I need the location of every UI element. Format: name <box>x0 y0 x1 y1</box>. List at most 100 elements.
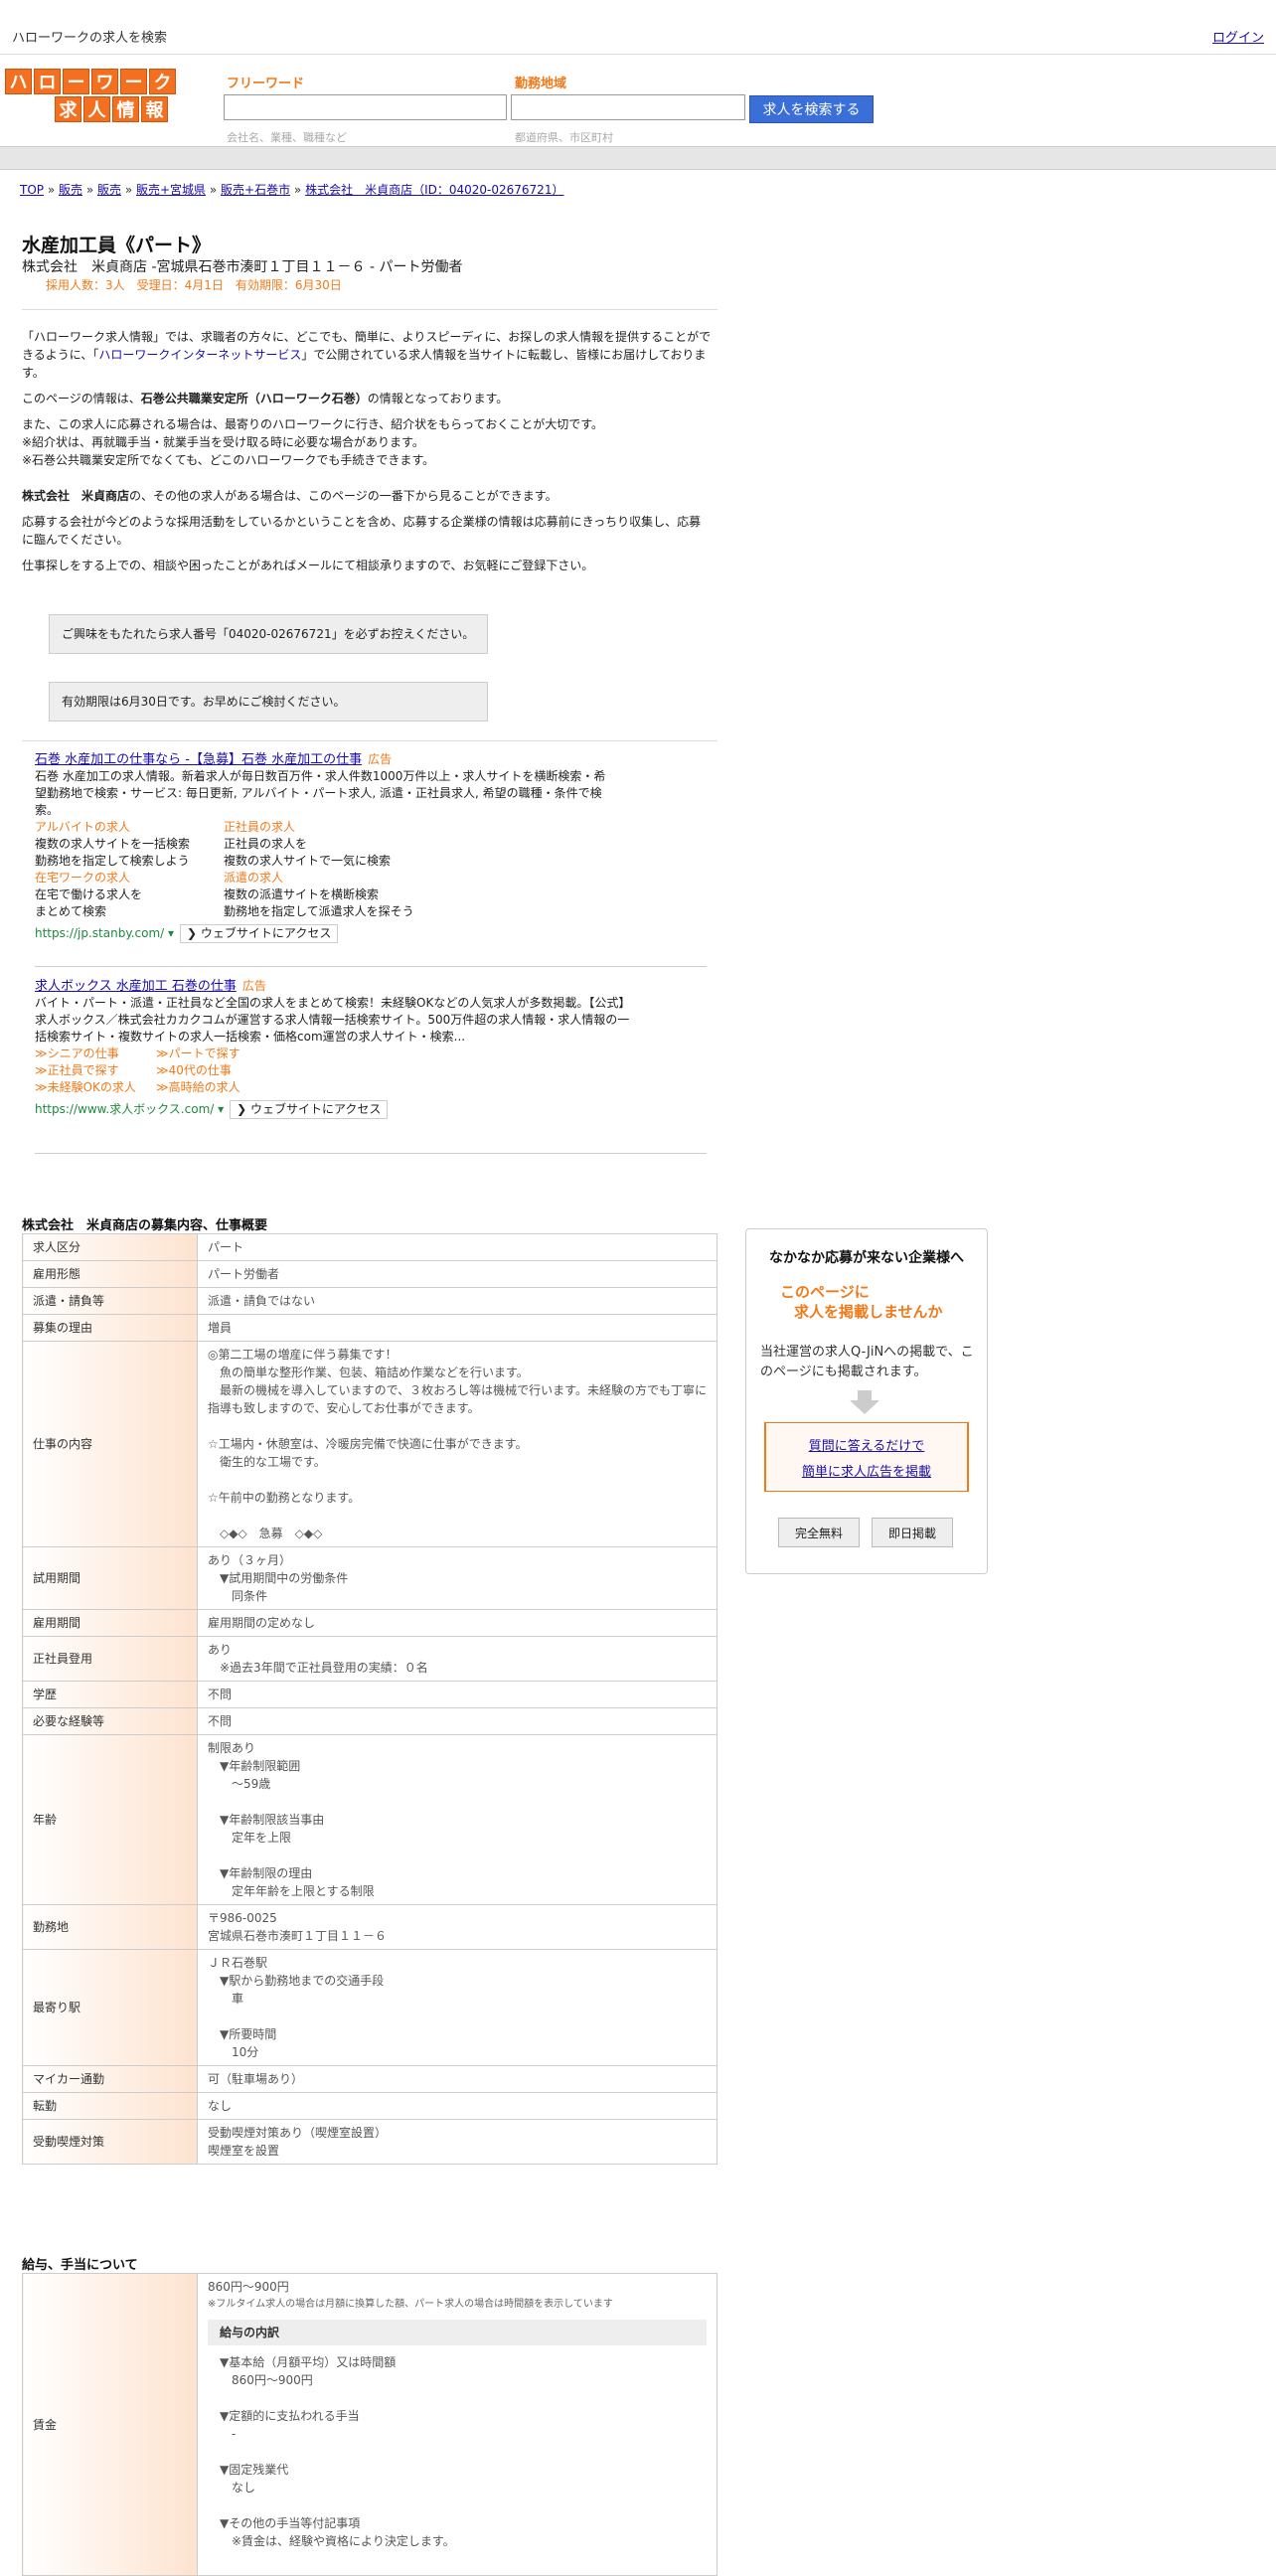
ad-sitelink[interactable]: 在宅ワークの求人 <box>35 871 130 885</box>
breadcrumb-item[interactable]: 販売 <box>97 183 121 197</box>
row-label: マイカー通勤 <box>22 2065 198 2093</box>
table-row: 雇用期間 雇用期間の定めなし <box>22 1609 718 1637</box>
logo-char: 求 <box>55 96 81 122</box>
ad-tag: 広告 <box>368 752 393 766</box>
logo-char: ー <box>120 69 147 94</box>
visit-website-button[interactable]: ❯ ウェブサイトにアクセス <box>230 1100 389 1119</box>
row-value: あり ※過去3年間で正社員登用の実績：０名 <box>197 1636 718 1682</box>
row-value: 増員 <box>197 1314 718 1342</box>
row-value: なし <box>197 2092 718 2120</box>
ad-sitelink[interactable]: ≫シニアの仕事 <box>35 1046 156 1062</box>
table-row: 年齢 制限あり ▼年齢制限範囲 〜59歳 ▼年齢制限該当事由 定年を上限 ▼年齢制… <box>22 1734 718 1905</box>
row-label: 必要な経験等 <box>22 1707 198 1735</box>
sidebar-promo-1: このページに <box>780 1283 870 1301</box>
ad-title[interactable]: 石巻 水産加工の仕事なら -【急募】石巻 水産加工の仕事 <box>35 752 362 767</box>
table-row: 転勤 なし <box>22 2092 718 2120</box>
visit-website-button[interactable]: ❯ ウェブサイトにアクセス <box>180 924 339 943</box>
table-row: 募集の理由 増員 <box>22 1314 718 1342</box>
sidebar-link-post[interactable]: 簡単に求人広告を掲載 <box>766 1461 967 1480</box>
area-input[interactable] <box>511 94 745 120</box>
down-arrow-icon <box>850 1390 879 1414</box>
divider <box>35 966 707 967</box>
logo-char: ク <box>149 69 176 94</box>
hellowork-internet-link[interactable]: ハローワークインターネットサービス <box>98 348 301 362</box>
row-value: ◎第二工場の増産に伴う募集です！ 魚の簡単な整形作業、包装、箱詰め作業などを行い… <box>197 1341 718 1547</box>
logo-char: ハ <box>5 69 32 94</box>
sidebar-link-box: 質問に答えるだけで 簡単に求人広告を掲載 <box>764 1422 969 1492</box>
ad-sitelink[interactable]: アルバイトの求人 <box>35 820 130 834</box>
row-label: 派遣・請負等 <box>22 1287 198 1315</box>
row-label: 受動喫煙対策 <box>22 2119 198 2165</box>
details-table: 求人区分 パート 雇用形態 パート労働者 派遣・請負等 派遣・請負ではない 募集の理由 増員仕… <box>22 1233 718 2165</box>
breadcrumb: TOP » 販売 » 販売 » 販売+宮城県 » 販売+石巻市 » 株式会社 米… <box>20 183 564 197</box>
ad-block-1: 石巻 水産加工の仕事なら -【急募】石巻 水産加工の仕事 広告 石巻 水産加工の求… <box>35 751 707 943</box>
row-value: 受動喫煙対策あり（喫煙室設置） 喫煙室を設置 <box>197 2119 718 2165</box>
intro-text: 「ハローワーク求人情報」では、求職者の方々に、どこでも、簡単に、よりスピーディに… <box>22 330 712 572</box>
ad-sitelink[interactable]: ≫40代の仕事 <box>156 1062 355 1079</box>
row-value: 不問 <box>197 1681 718 1708</box>
ad-sitelink[interactable]: ≫未経験OKの求人 <box>35 1079 156 1096</box>
sidebar-description: 当社運営の求人Q-JiNへの掲載で、このページにも掲載されます。 <box>760 1345 974 1379</box>
ad-url[interactable]: https://www.求人ボックス.com/ <box>35 1102 214 1116</box>
breadcrumb-item[interactable]: 株式会社 米貞商店（ID：04020-02676721） <box>305 183 563 197</box>
login-link[interactable]: ログイン <box>1212 27 1264 46</box>
details-heading: 株式会社 米貞商店の募集内容、仕事概要 <box>22 1218 268 1233</box>
salary-breakdown-heading: 給与の内訳 <box>208 2320 707 2345</box>
ad-sitelink[interactable]: 正社員の求人 <box>224 820 295 834</box>
ad-description: バイト・パート・派遣・正社員など全国の求人をまとめて検索！未経験OKなどの人気求… <box>35 996 631 1044</box>
job-title: 水産加工員《パート》 <box>22 235 212 256</box>
divider <box>22 309 718 310</box>
keyword-placeholder: 会社名、業種、職種など <box>227 131 347 144</box>
table-row: 求人区分 パート <box>22 1233 718 1261</box>
row-value: ＪＲ石巻駅 ▼駅から勤務地までの交通手段 車 ▼所要時間 10分 <box>197 1949 718 2066</box>
row-value: 不問 <box>197 1707 718 1735</box>
table-row: 雇用形態 パート労働者 <box>22 1260 718 1288</box>
hellowork-logo[interactable]: ハローワーク 求人情報 <box>5 69 180 126</box>
salary-heading: 給与、手当について <box>22 2258 138 2273</box>
search-button[interactable]: 求人を検索する <box>749 95 874 123</box>
table-row: 派遣・請負等 派遣・請負ではない <box>22 1287 718 1315</box>
area-placeholder: 都道府県、市区町村 <box>515 131 613 144</box>
note-expiry: 有効期限は6月30日です。お早めにご検討ください。 <box>49 682 488 722</box>
ad-title[interactable]: 求人ボックス 水産加工 石巻の仕事 <box>35 979 237 994</box>
table-row: 勤務地 〒986-0025 宮城県石巻市湊町１丁目１１－６ <box>22 1904 718 1950</box>
ad-sitelink[interactable]: ≫高時給の求人 <box>156 1079 355 1096</box>
row-value: パート労働者 <box>197 1260 718 1288</box>
ad-sitelink[interactable]: ≫パートで探す <box>156 1046 355 1062</box>
breadcrumb-item[interactable]: 販売+石巻市 <box>221 183 290 197</box>
ad-block-2: 求人ボックス 水産加工 石巻の仕事 広告 バイト・パート・派遣・正社員など全国の求… <box>35 978 707 1119</box>
table-row: 最寄り駅 ＪＲ石巻駅 ▼駅から勤務地までの交通手段 車 ▼所要時間 10分 <box>22 1949 718 2066</box>
job-meta: 採用人数：3人 受理日：4月1日 有効期限：6月30日 <box>46 278 342 292</box>
row-label: 雇用形態 <box>22 1260 198 1288</box>
row-label: 正社員登用 <box>22 1636 198 1682</box>
row-label: 最寄り駅 <box>22 1949 198 2066</box>
ad-sitelink[interactable]: ≫正社員で探す <box>35 1062 156 1079</box>
row-value: あり（３ヶ月） ▼試用期間中の労働条件 同条件 <box>197 1546 718 1610</box>
sidebar-heading: なかなか応募が来ない企業様へ <box>769 1250 964 1266</box>
breadcrumb-item[interactable]: TOP <box>20 183 44 197</box>
same-day-button[interactable]: 即日掲載 <box>872 1518 953 1547</box>
row-value: 制限あり ▼年齢制限範囲 〜59歳 ▼年齢制限該当事由 定年を上限 ▼年齢制限の… <box>197 1734 718 1905</box>
keyword-input[interactable] <box>224 94 507 120</box>
row-value: 860円〜900円 ※フルタイム求人の場合は月額に換算した額、パート求人の場合は… <box>197 2273 718 2576</box>
top-bar: ハローワークの求人を検索 ログイン <box>0 0 1276 55</box>
breadcrumb-item[interactable]: 販売 <box>59 183 82 197</box>
table-row: 正社員登用 あり ※過去3年間で正社員登用の実績：０名 <box>22 1636 718 1682</box>
employer-sidebar: なかなか応募が来ない企業様へ このページに 求人を掲載しませんか 当社運営の求人… <box>745 1228 988 1574</box>
divider <box>35 1153 707 1154</box>
ad-url[interactable]: https://jp.stanby.com/ <box>35 926 164 940</box>
company-line: 株式会社 米貞商店 -宮城県石巻市湊町１丁目１１－６ - パート労働者 <box>22 259 463 275</box>
sidebar-promo-2: 求人を掲載しませんか <box>794 1303 943 1321</box>
site-title: ハローワークの求人を検索 <box>12 31 168 46</box>
table-row: マイカー通勤 可（駐車場あり） <box>22 2065 718 2093</box>
row-label: 学歴 <box>22 1681 198 1708</box>
logo-char: 報 <box>141 96 168 122</box>
free-button[interactable]: 完全無料 <box>778 1518 860 1547</box>
logo-char: ワ <box>91 69 118 94</box>
row-label: 賃金 <box>22 2273 198 2576</box>
sidebar-link-easy[interactable]: 質問に答えるだけで <box>766 1435 967 1454</box>
divider <box>22 740 718 741</box>
breadcrumb-item[interactable]: 販売+宮城県 <box>136 183 206 197</box>
ad-sitelink[interactable]: 派遣の求人 <box>224 871 283 885</box>
search-bar: ハローワーク 求人情報 フリーワード 会社名、業種、職種など 勤務地域 都道府県… <box>0 55 1276 146</box>
